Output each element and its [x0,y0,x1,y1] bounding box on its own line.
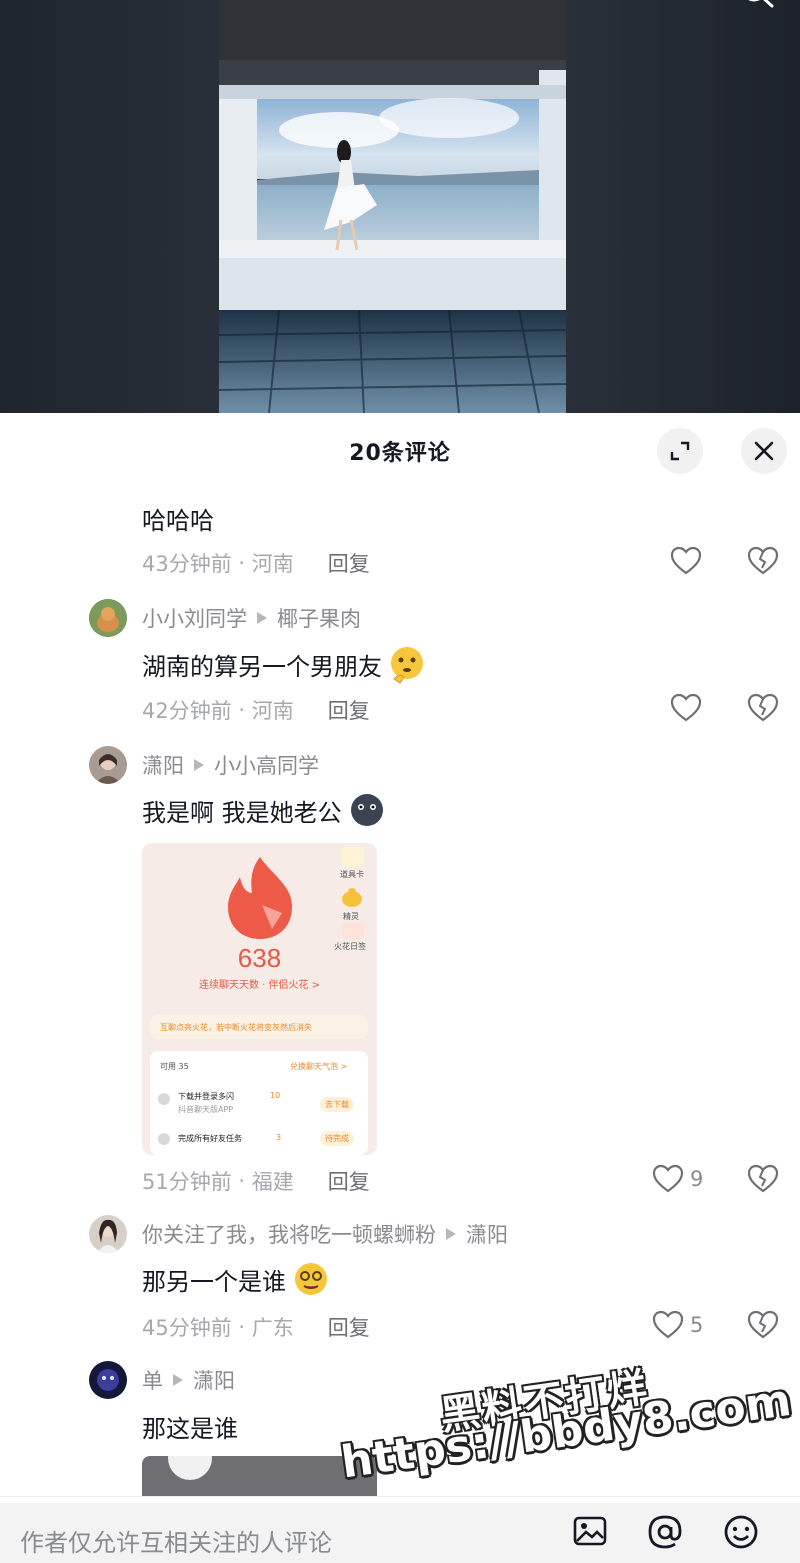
comment-location: 广东 [251,1316,294,1340]
dizzy-face-emoji-icon [295,1263,327,1295]
comment-time: 42分钟前 [142,699,232,723]
comment-text: 那另一个是谁 [142,1267,286,1296]
comment-author-line: 你关注了我，我将吃一顿螺蛳粉 潇阳 [142,1219,508,1249]
reply-button[interactable]: 回复 [328,548,370,578]
search-icon[interactable] [738,0,778,18]
avatar[interactable] [89,1361,127,1399]
avatar[interactable] [89,746,127,784]
comment-author-line: 单 潇阳 [142,1365,235,1395]
comment-panel: 20条评论 哈哈哈 43分钟前 · 河南 回复 小小刘同学 椰子果肉 湖南的算另… [0,413,800,1563]
side-label: 精灵 [343,912,359,921]
thinking-emoji-icon [391,647,423,684]
comment-location: 河南 [251,699,294,723]
comment-time: 43分钟前 [142,552,232,576]
notice-bar: 互聊点亮火花，若中断火花将变灰然后消失 [150,1015,368,1039]
task-action: 待完成 [320,1131,354,1146]
reply-to-user[interactable]: 潇阳 [466,1219,508,1249]
broken-heart-icon[interactable] [747,546,779,576]
comment-author[interactable]: 你关注了我，我将吃一顿螺蛳粉 [142,1219,436,1249]
like-button[interactable]: 5 [652,1310,703,1340]
comment-meta: 45分钟前 · 广东 回复 [142,1312,370,1342]
comment-meta: 51分钟前 · 福建 回复 [142,1166,370,1196]
comment-location: 河南 [251,552,294,576]
comment-input-bar: 作者仅允许互相关注的人评论 [0,1496,800,1563]
exchange-link: 兑换聊天气泡 > [290,1062,348,1071]
task-points: 10 [270,1091,281,1100]
comment-author[interactable]: 小小刘同学 [142,603,247,633]
comment-location: 福建 [251,1170,294,1194]
comment-text: 哈哈哈 [142,507,214,535]
comment-author[interactable]: 单 [142,1365,163,1395]
reply-button[interactable]: 回复 [328,1166,370,1196]
comment-text-row: 那另一个是谁 [142,1258,332,1300]
comment-text: 那这是谁 [142,1415,238,1443]
like-button[interactable]: 9 [652,1164,703,1194]
comment-author-line: 潇阳 小小高同学 [142,750,319,780]
like-count: 9 [690,1167,704,1191]
mention-icon[interactable] [646,1513,684,1551]
video-thumbnail [219,0,566,413]
comment-time: 45分钟前 [142,1316,232,1340]
comment-text: 我是啊 我是她老公 [142,798,342,827]
reply-arrow-icon [194,759,204,771]
close-button[interactable] [741,428,787,474]
heart-icon [652,1310,684,1339]
comment-text: 湖南的算另一个男朋友 [142,652,382,681]
daily-sign-icon [342,923,364,939]
video-player[interactable] [0,0,800,413]
streak-count: 638 [237,943,282,973]
comment-meta: 43分钟前 · 河南 回复 [142,548,370,578]
avatar[interactable] [89,1215,127,1253]
side-label: 道具卡 [340,870,364,879]
expand-icon [670,441,690,461]
comment-image[interactable]: 道具卡 精灵 火花日签 638 连续聊天天数 · 伴侣火花 > 互聊点亮火花，若… [142,843,377,1155]
broken-heart-icon[interactable] [747,1310,779,1340]
notice-text: 互聊点亮火花，若中断火花将变灰然后消失 [160,1023,312,1032]
flame-icon [228,857,292,939]
like-count: 5 [690,1313,704,1337]
reply-to-user[interactable]: 椰子果肉 [277,603,361,633]
task-points: 3 [276,1133,282,1142]
comment-meta: 42分钟前 · 河南 回复 [142,695,370,725]
broken-heart-icon[interactable] [747,693,779,723]
reply-to-user[interactable]: 潇阳 [193,1365,235,1395]
streak-subtitle: 连续聊天天数 · 伴侣火花 > [198,980,321,991]
dark-face-emoji-icon [350,794,383,826]
avatar[interactable] [89,599,127,637]
comment-text-row: 湖南的算另一个男朋友 [142,643,428,685]
comment-author-line: 小小刘同学 椰子果肉 [142,603,361,633]
comment-time: 51分钟前 [142,1170,232,1194]
task-desc: 抖音聊天版APP [178,1105,234,1114]
sprite-icon [342,888,362,907]
heart-icon [670,693,702,722]
reply-button[interactable]: 回复 [328,1312,370,1342]
task-card: 可用 35 兑换聊天气泡 > 下载并登录多闪 10 抖音聊天版APP 去下载 完… [150,1051,368,1155]
like-button[interactable] [670,546,702,576]
check-icon [158,1133,170,1145]
heart-icon [652,1164,684,1193]
points-available: 可用 35 [160,1062,189,1071]
task-title: 完成所有好友任务 [178,1134,242,1143]
like-button[interactable] [670,693,702,723]
prop-card-icon [342,847,364,867]
reply-to-user[interactable]: 小小高同学 [214,750,319,780]
task-action: 去下载 [320,1097,354,1112]
task-title: 下载并登录多闪 [178,1092,234,1101]
comment-author[interactable]: 潇阳 [142,750,184,780]
check-icon [158,1093,170,1105]
input-placeholder: 作者仅允许互相关注的人评论 [20,1529,332,1557]
broken-heart-icon[interactable] [747,1164,779,1194]
reply-arrow-icon [446,1228,456,1240]
comment-text-row: 我是啊 我是她老公 [142,789,388,831]
close-icon [754,441,774,461]
expand-button[interactable] [657,428,703,474]
reply-arrow-icon [173,1374,183,1386]
heart-icon [670,546,702,575]
emoji-icon[interactable] [722,1513,760,1551]
reply-arrow-icon [257,612,267,624]
reply-button[interactable]: 回复 [328,695,370,725]
image-icon[interactable] [572,1513,608,1549]
